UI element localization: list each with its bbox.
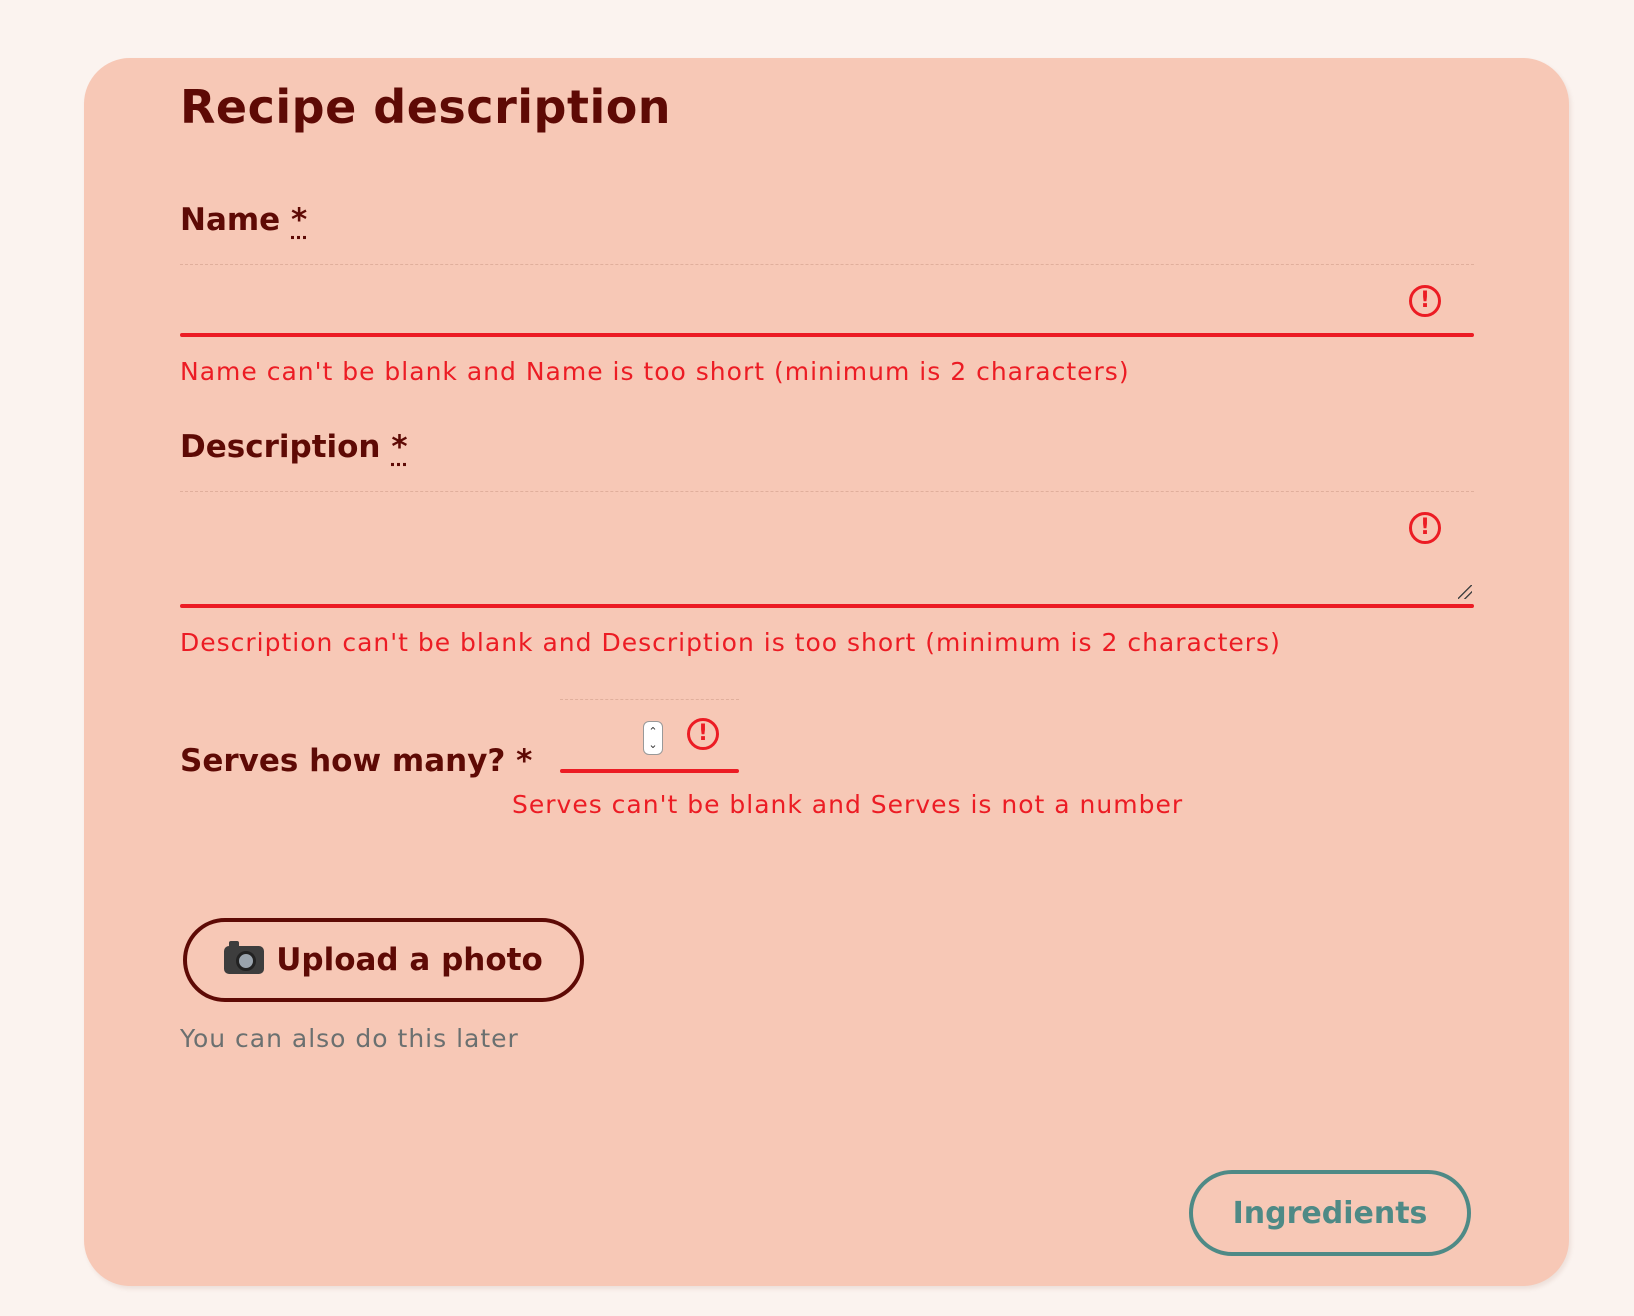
serves-label: Serves how many? * — [180, 743, 533, 779]
camera-icon — [224, 941, 265, 974]
recipe-form-card — [84, 58, 1569, 1286]
name-field[interactable] — [180, 265, 1474, 334]
upload-photo-label: Upload a photo — [276, 942, 543, 978]
description-field-wrapper — [180, 491, 1474, 605]
required-mark: * — [291, 202, 308, 238]
alert-circle-icon: ! — [1409, 512, 1441, 544]
alert-circle-icon: ! — [1409, 285, 1441, 317]
alert-circle-icon: ! — [687, 718, 719, 750]
name-label: Name * — [180, 202, 307, 238]
description-label-text: Description — [180, 429, 381, 465]
description-error-message: Description can't be blank and Descripti… — [180, 628, 1281, 657]
required-mark: * — [391, 429, 408, 465]
serves-field-error-underline — [560, 769, 739, 773]
number-spinner[interactable]: ⌃ ⌄ — [643, 721, 663, 755]
resize-handle[interactable] — [1458, 585, 1472, 599]
description-label: Description * — [180, 429, 408, 465]
name-field-wrapper — [180, 264, 1474, 334]
description-field[interactable] — [180, 492, 1474, 605]
name-label-text: Name — [180, 202, 281, 238]
chevron-down-icon[interactable]: ⌄ — [648, 738, 657, 751]
serves-error-message: Serves can't be blank and Serves is not … — [512, 790, 1184, 819]
name-error-message: Name can't be blank and Name is too shor… — [180, 357, 1130, 386]
chevron-up-icon[interactable]: ⌃ — [648, 725, 657, 738]
ingredients-button[interactable]: Ingredients — [1189, 1170, 1471, 1256]
page-title: Recipe description — [180, 80, 672, 134]
name-field-error-underline — [180, 333, 1474, 337]
description-field-error-underline — [180, 604, 1474, 608]
upload-photo-button[interactable]: Upload a photo — [183, 918, 584, 1002]
upload-hint: You can also do this later — [180, 1024, 519, 1053]
